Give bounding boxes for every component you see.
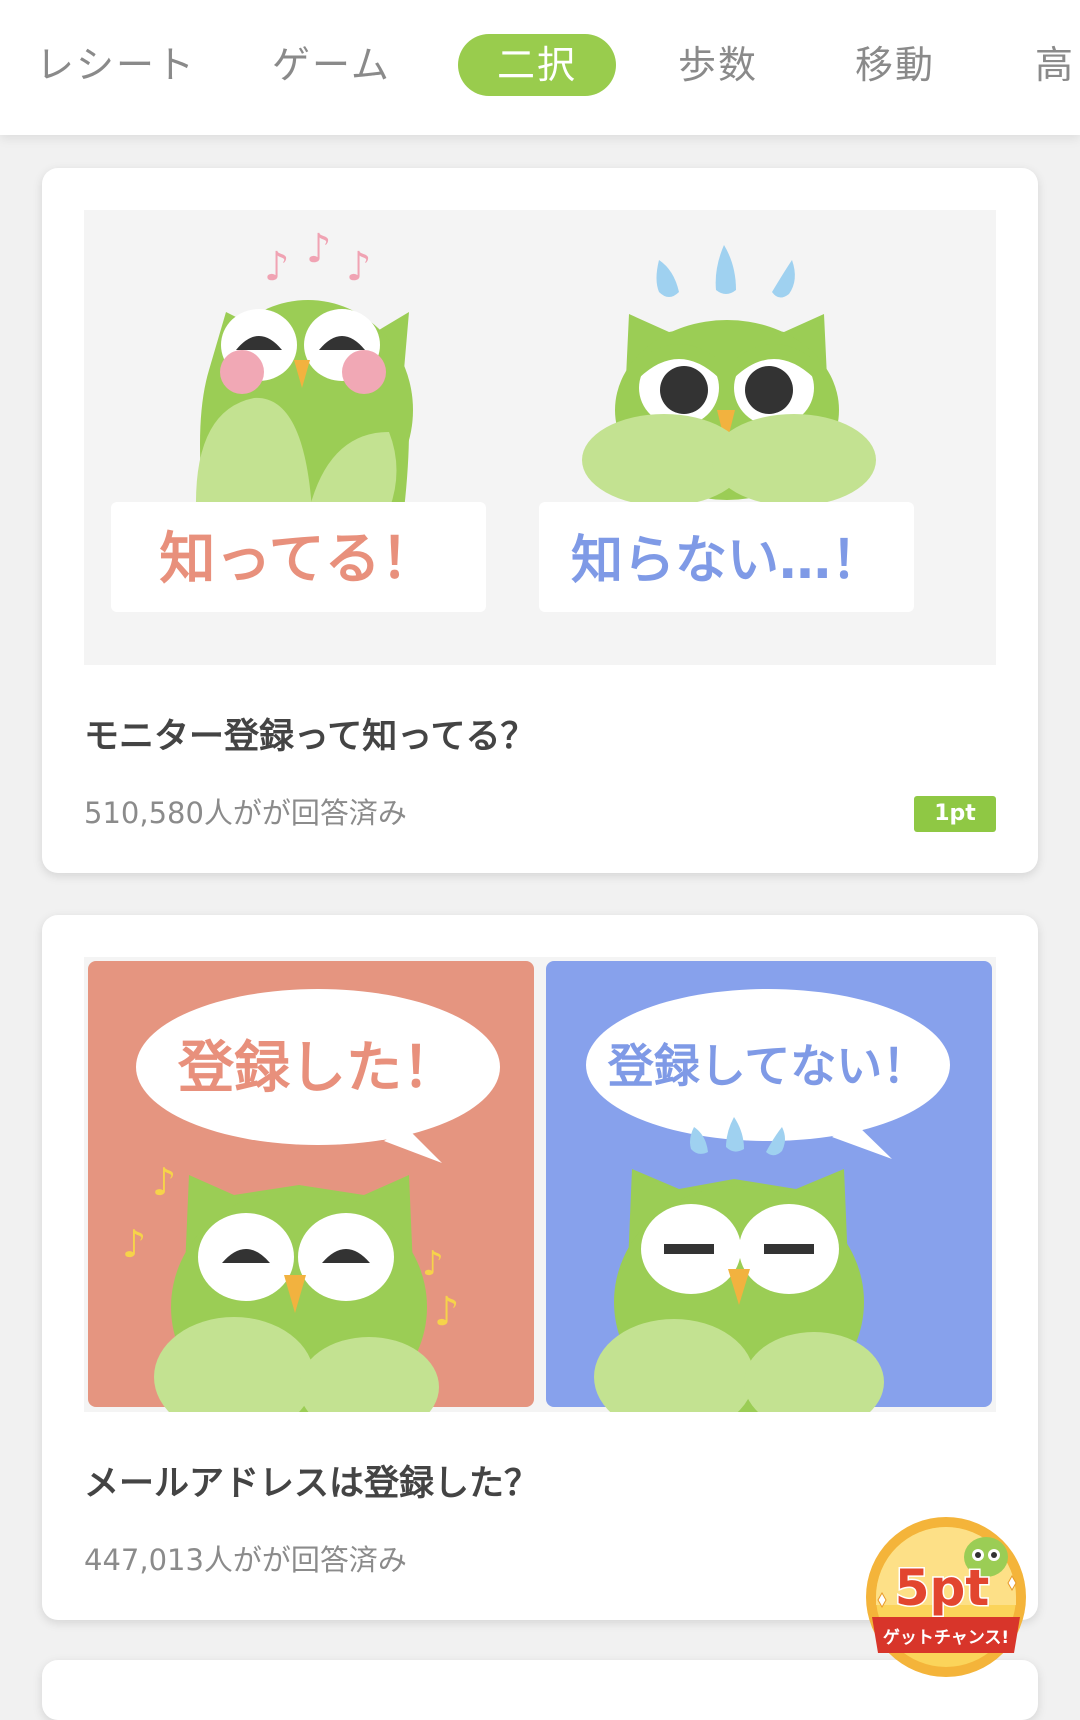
quiz-card-monitor[interactable]: ♪ ♪ ♪ 知ってる！ 知らない…！ モニター登録って知ってる？ 510,580… bbox=[42, 168, 1038, 873]
svg-text:♪: ♪ bbox=[346, 244, 372, 290]
happy-owl-icon bbox=[195, 300, 413, 520]
svg-text:♪: ♪ bbox=[434, 1289, 460, 1335]
calm-owl-icon bbox=[594, 1169, 884, 1412]
answer-count: 510,580人がが回答済み bbox=[84, 796, 407, 830]
svg-text:♪: ♪ bbox=[306, 226, 332, 272]
quiz-illustration: 登録した！ 登録してない！ ♪ ♪ ♪ ♪ bbox=[84, 957, 996, 1412]
happy-owl-icon bbox=[154, 1175, 439, 1412]
bonus-caption: ゲットチャンス! bbox=[883, 1627, 1009, 1648]
bonus-chance-badge[interactable]: 5pt ゲットチャンス! bbox=[858, 1505, 1033, 1680]
svg-text:♪: ♪ bbox=[152, 1160, 176, 1204]
not-registered-label: 登録してない！ bbox=[607, 1039, 929, 1093]
points-badge: 1pt bbox=[914, 796, 996, 832]
tab-game[interactable]: ゲーム bbox=[272, 34, 391, 96]
svg-text:♪: ♪ bbox=[264, 244, 290, 290]
quiz-illustration: ♪ ♪ ♪ 知ってる！ 知らない…！ bbox=[84, 210, 996, 665]
question-title: モニター登録って知ってる？ bbox=[84, 717, 536, 757]
unknown-label: 知らない…！ bbox=[571, 531, 883, 591]
svg-text:♪: ♪ bbox=[122, 1222, 146, 1266]
registered-label: 登録した！ bbox=[177, 1036, 458, 1101]
tab-steps[interactable]: 歩数 bbox=[678, 34, 758, 96]
answer-count: 447,013人がが回答済み bbox=[84, 1543, 407, 1577]
known-label: 知ってる！ bbox=[159, 527, 436, 592]
question-title: メールアドレスは登録した？ bbox=[84, 1464, 540, 1504]
svg-text:♪: ♪ bbox=[422, 1244, 444, 1284]
tab-travel[interactable]: 移動 bbox=[855, 34, 935, 96]
tab-two-choice[interactable]: 二択 bbox=[458, 34, 616, 96]
bonus-points: 5pt bbox=[895, 1559, 989, 1617]
category-tab-bar: レシート ゲーム 二択 歩数 移動 高 bbox=[0, 0, 1080, 135]
tab-more[interactable]: 高 bbox=[1035, 34, 1075, 96]
tab-receipt[interactable]: レシート bbox=[36, 34, 196, 96]
